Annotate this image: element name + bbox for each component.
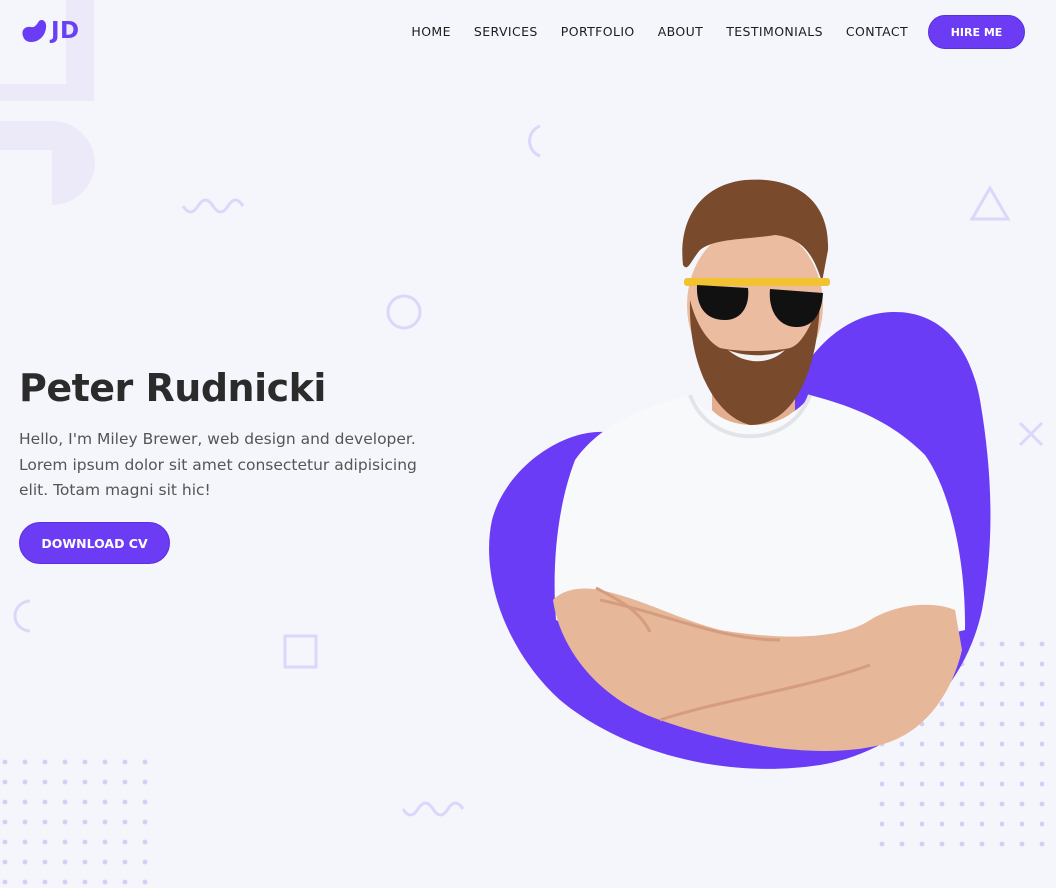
nav-item-about[interactable]: ABOUT	[658, 24, 704, 39]
blob-logo-icon	[22, 19, 47, 42]
nav-item-portfolio[interactable]: PORTFOLIO	[561, 24, 635, 39]
download-cv-button[interactable]: DOWNLOAD CV	[19, 522, 170, 564]
nav-item-contact[interactable]: CONTACT	[846, 24, 908, 39]
main-nav: HOME SERVICES PORTFOLIO ABOUT TESTIMONIA…	[411, 24, 908, 39]
hire-me-button[interactable]: HIRE ME	[928, 15, 1025, 49]
nav-item-home[interactable]: HOME	[411, 24, 451, 39]
logo[interactable]: JD	[19, 18, 80, 44]
nav-item-testimonials[interactable]: TESTIMONIALS	[726, 24, 823, 39]
hero-title: Peter Rudnicki	[19, 366, 326, 410]
logo-text: JD	[51, 18, 80, 44]
nav-item-services[interactable]: SERVICES	[474, 24, 538, 39]
hero-description: Hello, I'm Miley Brewer, web design and …	[19, 430, 417, 499]
